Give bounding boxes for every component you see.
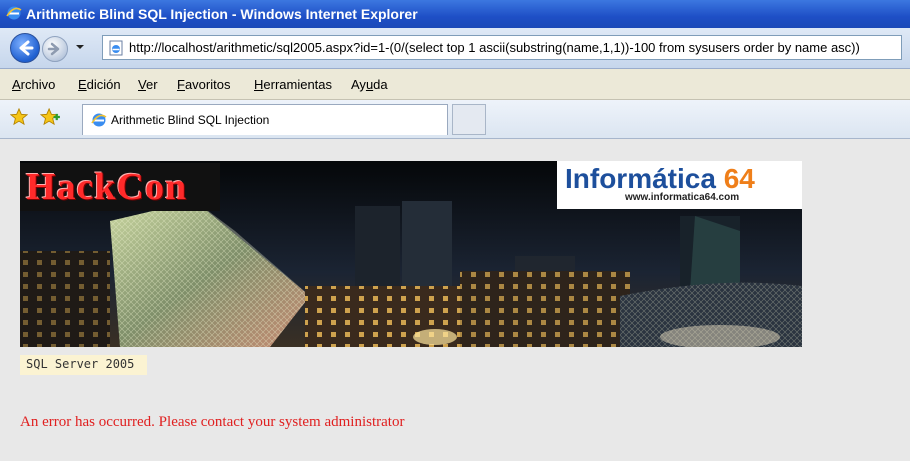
page-icon [109, 40, 123, 56]
brand-url: www.informatica64.com [625, 192, 740, 203]
forward-arrow-icon [47, 42, 60, 56]
back-button[interactable] [10, 33, 40, 63]
menu-favoritos[interactable]: Favoritos [177, 77, 230, 92]
tab-bar: Arithmetic Blind SQL Injection [0, 100, 910, 139]
address-input[interactable]: http://localhost/arithmetic/sql2005.aspx… [102, 35, 902, 60]
navigation-bar: http://localhost/arithmetic/sql2005.aspx… [0, 28, 910, 69]
menu-bar: Archivo Edición Ver Favoritos Herramient… [0, 69, 910, 100]
menu-herramientas[interactable]: Herramientas [254, 77, 332, 92]
brand-number: 64 [723, 163, 755, 194]
menu-edicion[interactable]: Edición [78, 77, 121, 92]
brand-name: Informática [565, 163, 716, 194]
favorites-star-icon[interactable] [10, 108, 28, 126]
tab-label: Arithmetic Blind SQL Injection [111, 113, 270, 127]
chevron-down-icon[interactable] [75, 42, 85, 52]
window-titlebar[interactable]: Arithmetic Blind SQL Injection - Windows… [0, 0, 910, 28]
menu-ver[interactable]: Ver [138, 77, 158, 92]
window-title: Arithmetic Blind SQL Injection - Windows… [26, 6, 418, 22]
back-arrow-icon [19, 40, 34, 56]
version-label: SQL Server 2005 [20, 355, 147, 375]
add-favorite-icon[interactable] [40, 108, 60, 126]
internet-explorer-icon [91, 113, 107, 127]
address-url: http://localhost/arithmetic/sql2005.aspx… [129, 40, 860, 55]
new-tab-button[interactable] [452, 104, 486, 135]
menu-archivo[interactable]: Archivo [12, 77, 55, 92]
tab-arithmetic-blind-sql-injection[interactable]: Arithmetic Blind SQL Injection [82, 104, 448, 135]
forward-button[interactable] [42, 36, 68, 62]
menu-ayuda[interactable]: Ayuda [351, 77, 388, 92]
header-banner: HackCon Informática 64 www.informatica64… [20, 161, 802, 347]
internet-explorer-icon [6, 6, 22, 20]
error-message: An error has occurred. Please contact yo… [20, 414, 405, 430]
page-content: HackCon Informática 64 www.informatica64… [0, 139, 910, 461]
informatica64-logo: Informática 64 www.informatica64.com [557, 161, 802, 209]
hackcon-logo: HackCon [20, 163, 220, 211]
